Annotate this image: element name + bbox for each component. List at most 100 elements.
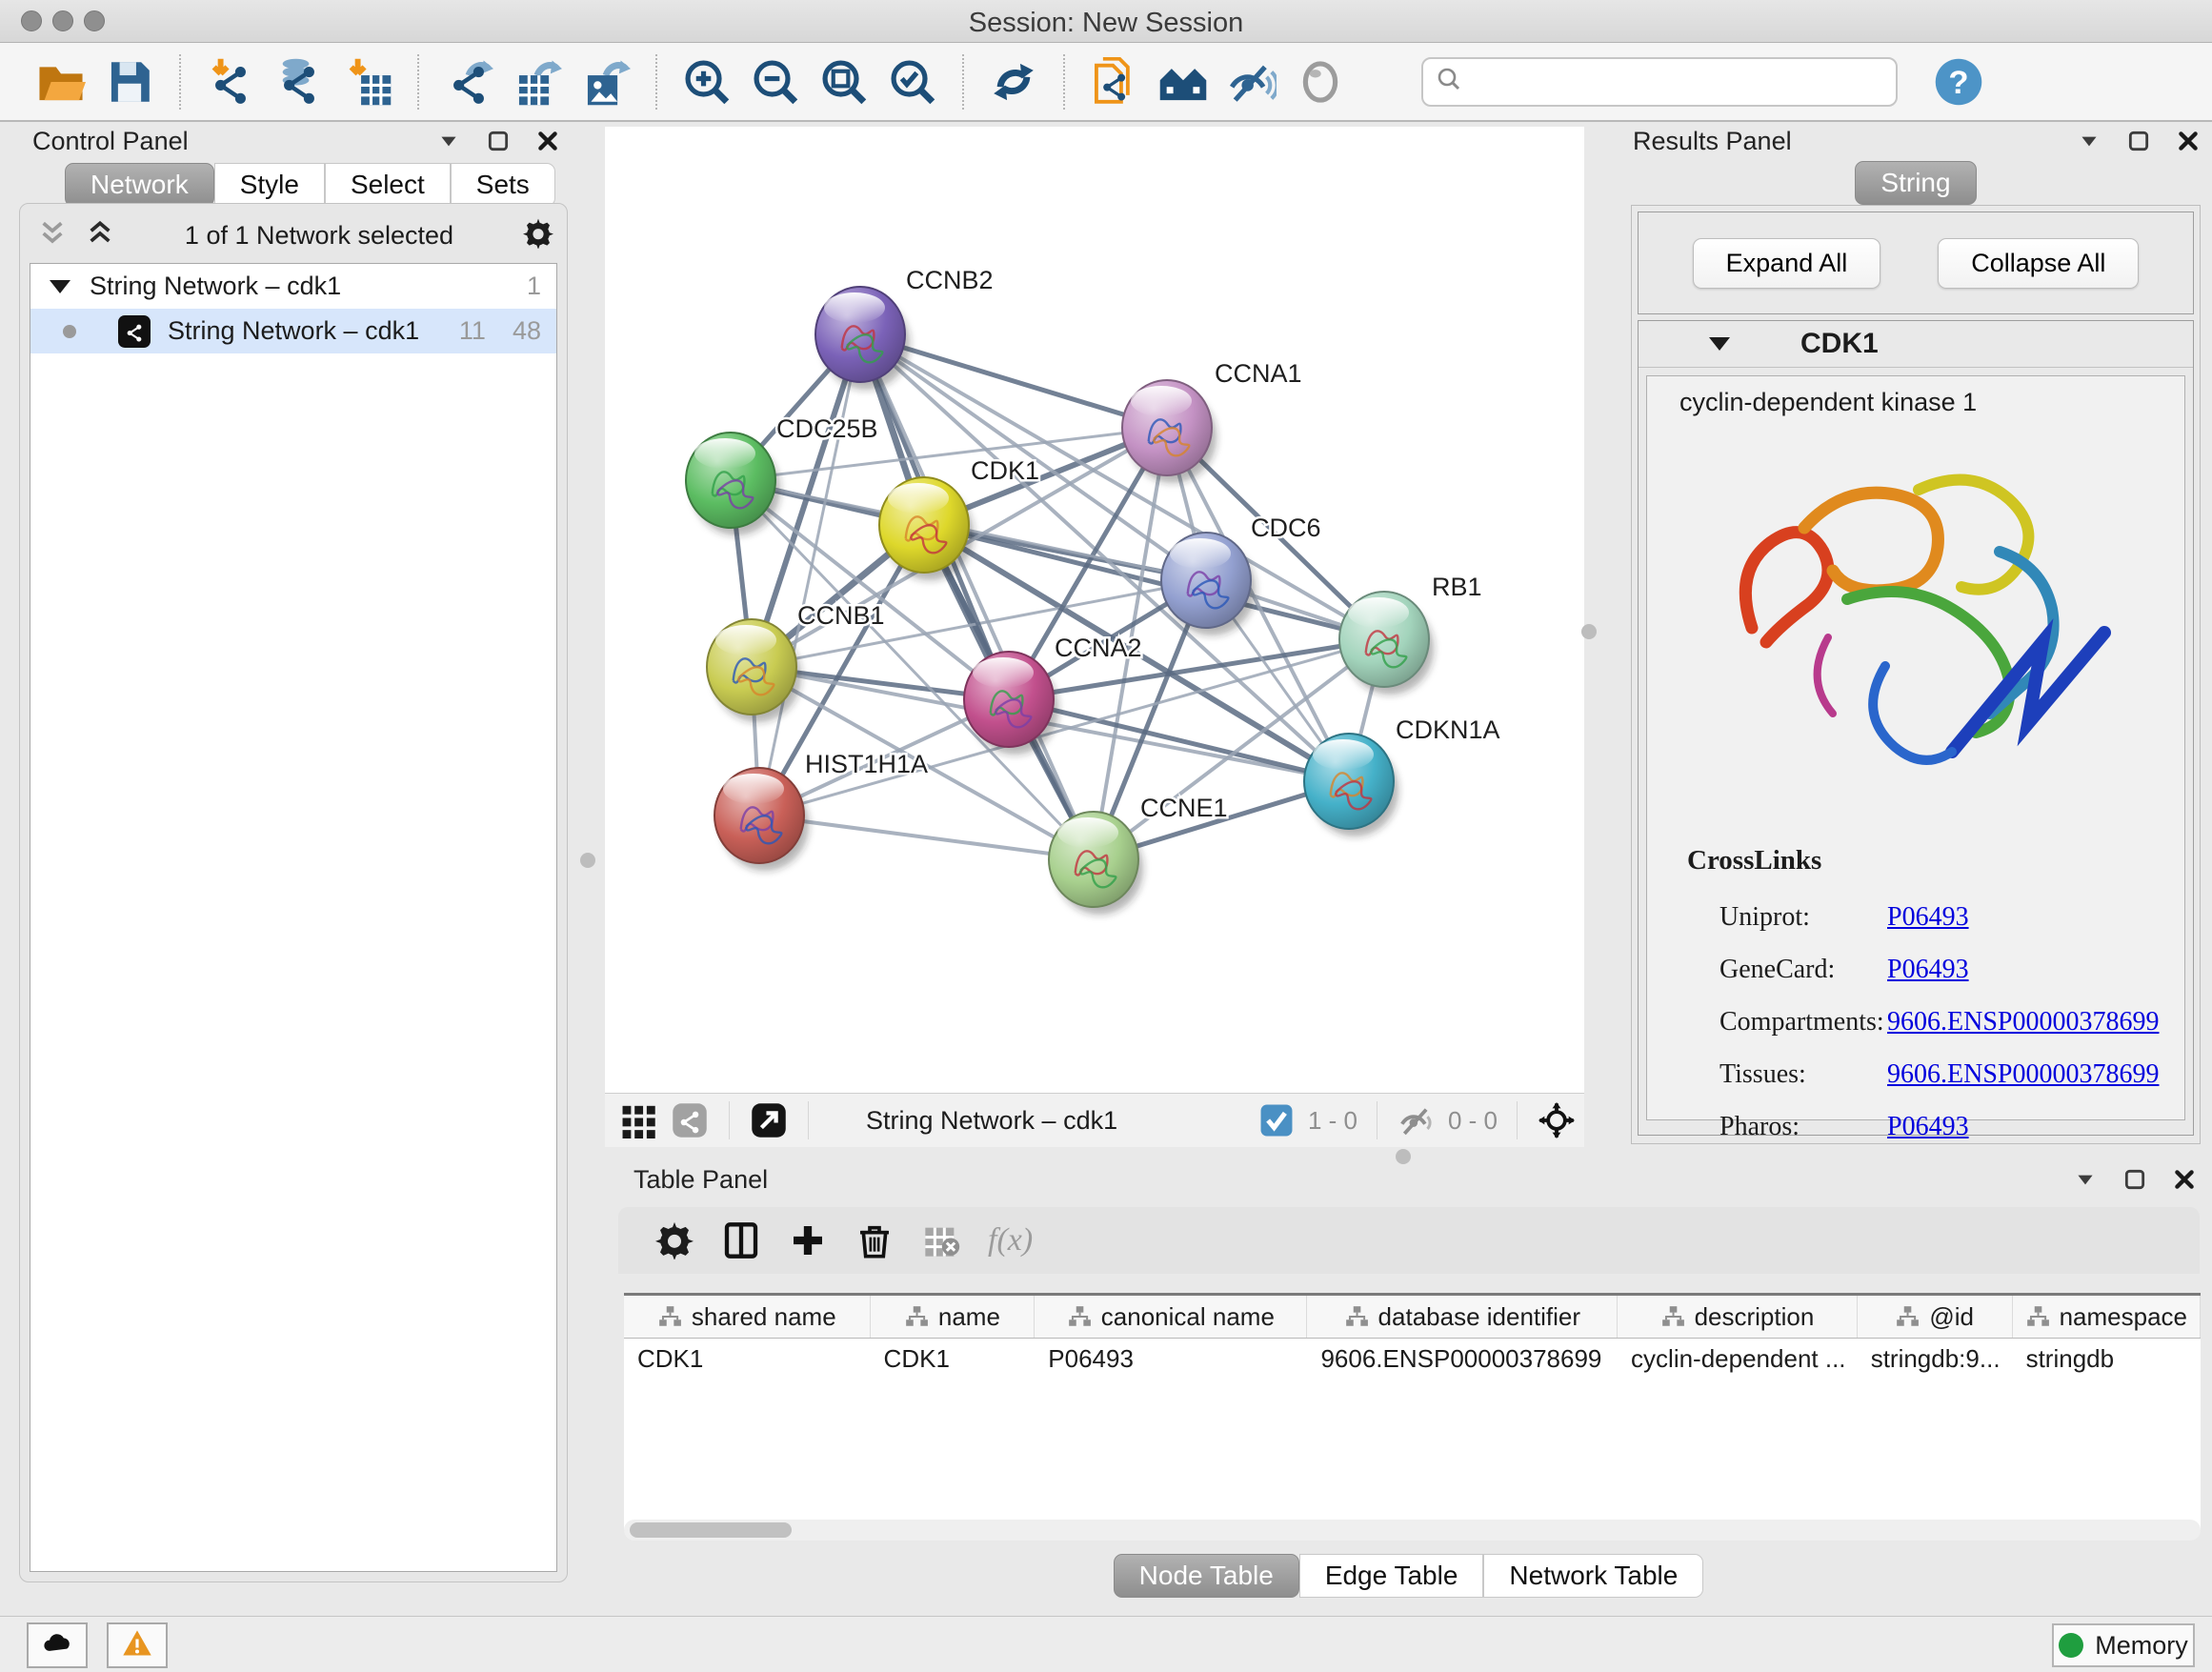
houses-button[interactable] — [1156, 55, 1210, 109]
column-header-at-id[interactable]: @id — [1858, 1296, 2013, 1338]
search-input[interactable] — [1463, 62, 1896, 102]
network-canvas[interactable]: CCNB2CCNA1CDC25BCDK1CDC6RB1CCNB1CCNA2CDK… — [605, 127, 1584, 1093]
section-collapse-icon[interactable] — [1709, 337, 1730, 351]
tab-network-table[interactable]: Network Table — [1483, 1554, 1703, 1598]
tab-edge-table[interactable]: Edge Table — [1299, 1554, 1484, 1598]
tab-string[interactable]: String — [1855, 161, 1976, 205]
panel-float-icon[interactable] — [2126, 129, 2151, 158]
column-label: shared name — [692, 1302, 836, 1332]
delete-column-icon[interactable] — [853, 1219, 896, 1262]
collection-expand-icon[interactable] — [50, 280, 70, 293]
panel-menu-caret-icon[interactable] — [2077, 129, 2101, 158]
column-header-namespace[interactable]: namespace — [2013, 1296, 2201, 1338]
cloud-button[interactable] — [27, 1622, 88, 1668]
hidden-eye-icon[interactable] — [1398, 1102, 1435, 1138]
network-node-CDKN1A[interactable] — [1304, 734, 1398, 836]
document-share-button[interactable] — [1088, 55, 1141, 109]
tab-select[interactable]: Select — [325, 163, 451, 207]
crosshair-icon[interactable] — [1538, 1102, 1575, 1138]
open-session-button[interactable] — [34, 55, 88, 109]
column-header-canonical-name[interactable]: canonical name — [1035, 1296, 1307, 1338]
table-tabs: Node TableEdge TableNetwork Table — [605, 1554, 2212, 1598]
panel-close-icon[interactable] — [2172, 1167, 2197, 1197]
panel-menu-caret-icon[interactable] — [436, 129, 461, 158]
tab-style[interactable]: Style — [214, 163, 325, 207]
tab-network[interactable]: Network — [65, 163, 214, 207]
import-table-button[interactable] — [341, 55, 394, 109]
table-gear-icon[interactable] — [653, 1219, 696, 1262]
table-cell[interactable]: cyclin-dependent ... — [1618, 1339, 1858, 1380]
memory-button[interactable]: Memory — [2052, 1623, 2195, 1667]
panel-divider-handle[interactable] — [580, 853, 595, 868]
eye-button[interactable] — [1294, 55, 1347, 109]
birdseye-grid-icon[interactable] — [620, 1102, 656, 1138]
tab-node-table[interactable]: Node Table — [1114, 1554, 1299, 1598]
scrollbar-thumb[interactable] — [630, 1522, 792, 1538]
crosslink-link[interactable]: P06493 — [1887, 1112, 1969, 1142]
panel-divider-handle[interactable] — [1581, 624, 1597, 639]
network-edge-CCNB2-HIST1H1A[interactable] — [759, 334, 860, 816]
search-box[interactable] — [1421, 57, 1898, 107]
table-cell[interactable]: stringdb — [2013, 1339, 2201, 1380]
export-table-button[interactable] — [511, 55, 564, 109]
panel-close-icon[interactable] — [535, 129, 560, 158]
panel-float-icon[interactable] — [486, 129, 511, 158]
column-header-shared-name[interactable]: shared name — [624, 1296, 871, 1338]
network-node-CCNB2[interactable] — [815, 287, 910, 390]
column-header-description[interactable]: description — [1618, 1296, 1858, 1338]
gear-icon[interactable] — [523, 218, 553, 253]
open-in-new-window-icon[interactable] — [751, 1102, 787, 1138]
zoom-selected-button[interactable] — [886, 55, 939, 109]
network-node-CCNA1[interactable] — [1122, 380, 1217, 483]
table-row[interactable]: CDK1CDK1P064939606.ENSP00000378699cyclin… — [624, 1339, 2201, 1380]
table-cell[interactable]: 9606.ENSP00000378699 — [1307, 1339, 1618, 1380]
network-edge-CCNE1-HIST1H1A[interactable] — [759, 816, 1094, 859]
import-network-button[interactable] — [204, 55, 257, 109]
panel-close-icon[interactable] — [2176, 129, 2201, 158]
panel-menu-caret-icon[interactable] — [2073, 1167, 2098, 1197]
network-edge-CCNB2-CCNE1[interactable] — [860, 334, 1094, 859]
tab-sets[interactable]: Sets — [451, 163, 555, 207]
network-node-CDC25B[interactable] — [686, 433, 780, 535]
warnings-button[interactable] — [107, 1622, 168, 1668]
network-node-CDK1[interactable] — [879, 477, 974, 580]
table-cell[interactable]: P06493 — [1035, 1339, 1307, 1380]
network-overview-icon[interactable] — [672, 1102, 708, 1138]
panel-float-icon[interactable] — [2122, 1167, 2147, 1197]
show-columns-icon[interactable] — [719, 1219, 763, 1262]
refresh-button[interactable] — [987, 55, 1040, 109]
network-node-CCNE1[interactable] — [1049, 812, 1143, 915]
crosslink-link[interactable]: P06493 — [1887, 902, 1969, 933]
expand-all-button[interactable]: Expand All — [1693, 238, 1881, 289]
table-horizontal-scrollbar[interactable] — [624, 1520, 2201, 1541]
table-cell[interactable]: CDK1 — [871, 1339, 1036, 1380]
collapse-all-tree-icon[interactable] — [37, 218, 68, 253]
crosslink-link[interactable]: 9606.ENSP00000378699 — [1887, 1007, 2159, 1037]
network-node-HIST1H1A[interactable] — [714, 768, 809, 871]
table-cell[interactable]: stringdb:9... — [1858, 1339, 2013, 1380]
add-column-icon[interactable] — [786, 1219, 830, 1262]
network-node-RB1[interactable] — [1339, 592, 1434, 695]
export-image-button[interactable] — [579, 55, 633, 109]
eye-slash-button[interactable] — [1225, 55, 1278, 109]
network-collection-row[interactable]: String Network – cdk1 1 — [30, 264, 556, 309]
crosslink-link[interactable]: P06493 — [1887, 955, 1969, 985]
panel-divider-handle[interactable] — [1396, 1149, 1411, 1164]
protein-section-header[interactable]: CDK1 — [1639, 321, 2193, 368]
zoom-fit-button[interactable] — [817, 55, 871, 109]
import-network-database-button[interactable] — [272, 55, 326, 109]
help-button[interactable]: ? — [1932, 55, 1985, 109]
column-header-name[interactable]: name — [871, 1296, 1036, 1338]
zoom-out-button[interactable] — [749, 55, 802, 109]
zoom-in-button[interactable] — [680, 55, 734, 109]
collapse-all-button[interactable]: Collapse All — [1938, 238, 2139, 289]
export-network-button[interactable] — [442, 55, 495, 109]
save-session-button[interactable] — [103, 55, 156, 109]
crosslink-link[interactable]: 9606.ENSP00000378699 — [1887, 1059, 2159, 1090]
network-row[interactable]: String Network – cdk1 11 48 — [30, 309, 556, 353]
results-buttons-row: Expand All Collapse All — [1638, 212, 2194, 314]
selected-checkbox-icon[interactable] — [1258, 1102, 1295, 1138]
expand-all-tree-icon[interactable] — [85, 218, 115, 253]
table-cell[interactable]: CDK1 — [624, 1339, 871, 1380]
column-header-database-identifier[interactable]: database identifier — [1307, 1296, 1618, 1338]
